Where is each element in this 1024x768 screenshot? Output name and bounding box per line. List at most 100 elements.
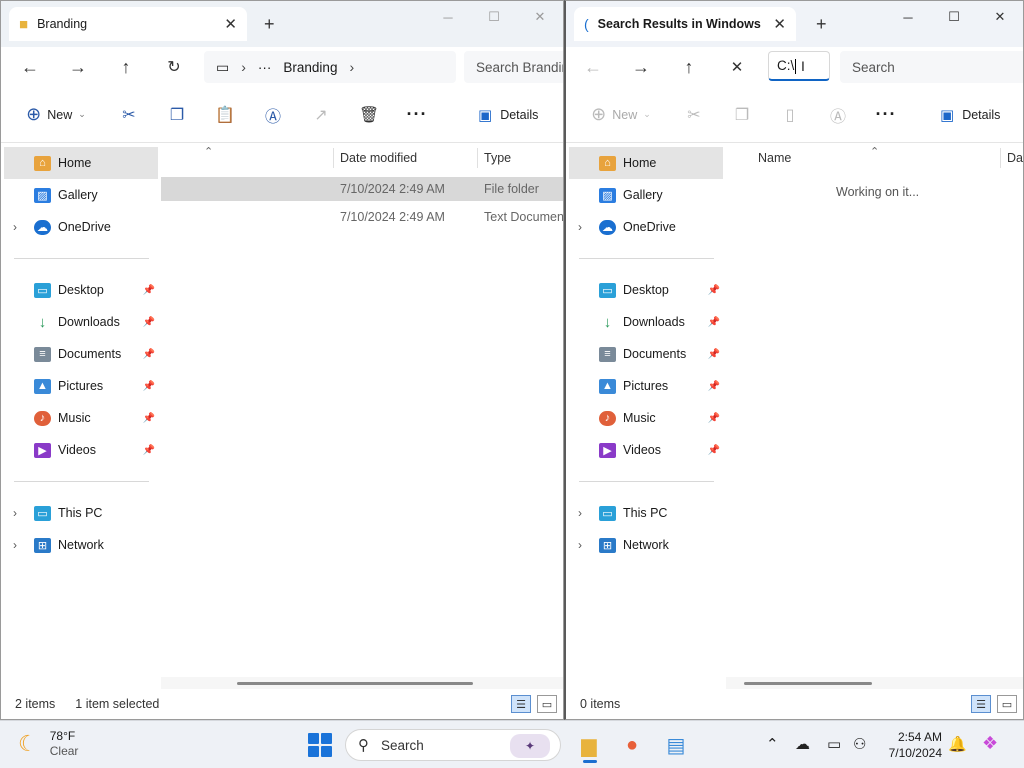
- chevron-right-icon[interactable]: ›: [13, 220, 17, 234]
- maximize-button[interactable]: ☐: [931, 1, 977, 33]
- column-name[interactable]: Name: [758, 151, 791, 165]
- pin-icon[interactable]: 📌: [708, 317, 720, 328]
- notification-bell-icon[interactable]: 🔔: [948, 735, 967, 753]
- chevron-right-icon[interactable]: ›: [578, 220, 582, 234]
- forward-button[interactable]: →: [617, 49, 665, 85]
- nav-item-home[interactable]: ⌂ Home: [4, 147, 158, 179]
- column-separator[interactable]: [477, 148, 478, 168]
- nav-item-desktop[interactable]: ▭ Desktop 📌: [1, 274, 161, 306]
- details-button[interactable]: ▣ Details: [478, 106, 538, 124]
- column-date-modified[interactable]: Date modified: [340, 151, 417, 165]
- cloud-offline-icon[interactable]: ☁: [795, 735, 810, 753]
- file-explorer-app[interactable]: ▆: [571, 727, 607, 763]
- new-button[interactable]: ⊕ New ⌄: [572, 95, 670, 135]
- network-status-icon[interactable]: ⚇: [853, 735, 866, 753]
- more-options-button[interactable]: ···: [862, 95, 910, 135]
- details-button[interactable]: ▣ Details: [940, 106, 1000, 124]
- scrollbar-thumb[interactable]: [237, 682, 473, 685]
- pin-icon[interactable]: 📌: [708, 349, 720, 360]
- close-tab-icon[interactable]: ✕: [224, 15, 237, 33]
- close-tab-icon[interactable]: ✕: [773, 15, 786, 33]
- column-type[interactable]: Type: [484, 151, 511, 165]
- chevron-right-icon[interactable]: ›: [578, 538, 582, 552]
- cut-button[interactable]: ✂: [670, 95, 718, 135]
- maximize-button[interactable]: ☐: [471, 1, 517, 33]
- chevron-right-icon[interactable]: ›: [349, 59, 354, 75]
- close-window-button[interactable]: ✕: [977, 1, 1023, 33]
- details-view-button[interactable]: ☰: [971, 695, 991, 713]
- horizontal-scrollbar[interactable]: [161, 677, 563, 689]
- nav-item-videos[interactable]: ▶ Videos 📌: [566, 434, 726, 466]
- pin-icon[interactable]: 📌: [143, 413, 155, 424]
- breadcrumb-current[interactable]: Branding: [283, 60, 337, 75]
- nav-item-gallery[interactable]: ▨ Gallery: [566, 179, 726, 211]
- new-tab-button[interactable]: +: [264, 14, 275, 35]
- minimize-button[interactable]: ─: [885, 1, 931, 33]
- nav-item-documents[interactable]: ≡ Documents 📌: [1, 338, 161, 370]
- nav-item-this-pc[interactable]: › ▭ This PC: [1, 497, 161, 529]
- copy-button[interactable]: ❐: [153, 95, 201, 135]
- paste-button[interactable]: 📋: [201, 95, 249, 135]
- horizontal-scrollbar[interactable]: [726, 677, 1023, 689]
- nav-item-network[interactable]: › ⊞ Network: [566, 529, 726, 561]
- weather-widget[interactable]: ☾ 78°F Clear: [18, 729, 78, 759]
- chevron-right-icon[interactable]: ›: [13, 538, 17, 552]
- refresh-button[interactable]: ↻: [150, 49, 198, 85]
- pin-icon[interactable]: 📌: [708, 285, 720, 296]
- back-button[interactable]: ←: [6, 49, 54, 85]
- nav-item-this-pc[interactable]: › ▭ This PC: [566, 497, 726, 529]
- nav-item-videos[interactable]: ▶ Videos 📌: [1, 434, 161, 466]
- tab-search-results[interactable]: ( Search Results in Windows ✕: [574, 7, 796, 41]
- nav-item-documents[interactable]: ≡ Documents 📌: [566, 338, 726, 370]
- notepad-app[interactable]: ▤: [658, 727, 694, 763]
- address-bar[interactable]: ▭ › ··· Branding ›: [204, 51, 456, 83]
- paste-button[interactable]: ▯: [766, 95, 814, 135]
- copilot-icon[interactable]: ❖: [982, 733, 998, 754]
- clock[interactable]: 2:54 AM 7/10/2024: [882, 729, 942, 761]
- details-view-button[interactable]: ☰: [511, 695, 531, 713]
- nav-item-pictures[interactable]: ▲ Pictures 📌: [566, 370, 726, 402]
- column-separator[interactable]: [333, 148, 334, 168]
- pin-icon[interactable]: 📌: [143, 445, 155, 456]
- rename-button[interactable]: Ⓐ: [249, 95, 297, 135]
- back-button[interactable]: ←: [569, 49, 617, 85]
- new-tab-button[interactable]: +: [816, 14, 827, 35]
- delete-button[interactable]: 🗑: [345, 95, 393, 135]
- close-window-button[interactable]: ✕: [517, 1, 563, 33]
- minimize-button[interactable]: ─: [425, 1, 471, 33]
- pin-icon[interactable]: 📌: [143, 317, 155, 328]
- nav-item-home[interactable]: ⌂ Home: [569, 147, 723, 179]
- tab-branding[interactable]: ■ Branding ✕: [9, 7, 247, 41]
- forward-button[interactable]: →: [54, 49, 102, 85]
- column-date[interactable]: Date: [1007, 151, 1023, 165]
- nav-item-pictures[interactable]: ▲ Pictures 📌: [1, 370, 161, 402]
- up-button[interactable]: ↑: [102, 49, 150, 85]
- share-button[interactable]: ↗: [297, 95, 345, 135]
- scrollbar-thumb[interactable]: [744, 682, 872, 685]
- nav-item-gallery[interactable]: ▨ Gallery: [1, 179, 161, 211]
- show-hidden-icons-button[interactable]: ⌃: [766, 735, 779, 753]
- file-row[interactable]: 7/10/2024 2:49 AM File folder: [161, 177, 563, 201]
- pin-icon[interactable]: 📌: [708, 381, 720, 392]
- file-row[interactable]: 7/10/2024 2:49 AM Text Document: [161, 205, 563, 229]
- rename-button[interactable]: Ⓐ: [814, 95, 862, 135]
- search-input[interactable]: Search Branding: [464, 51, 563, 83]
- nav-item-downloads[interactable]: ↓ Downloads 📌: [1, 306, 161, 338]
- nav-item-onedrive[interactable]: › ☁ OneDrive: [566, 211, 726, 243]
- firefox-app[interactable]: ●: [614, 727, 650, 763]
- new-button[interactable]: ⊕ New ⌄: [7, 95, 105, 135]
- pin-icon[interactable]: 📌: [708, 445, 720, 456]
- column-separator[interactable]: [1000, 148, 1001, 168]
- pin-icon[interactable]: 📌: [143, 349, 155, 360]
- copy-button[interactable]: ❐: [718, 95, 766, 135]
- tiles-view-button[interactable]: ▭: [997, 695, 1017, 713]
- nav-item-desktop[interactable]: ▭ Desktop 📌: [566, 274, 726, 306]
- nav-item-music[interactable]: ♪ Music 📌: [1, 402, 161, 434]
- breadcrumb-overflow[interactable]: ···: [258, 60, 272, 75]
- up-button[interactable]: ↑: [665, 49, 713, 85]
- search-input[interactable]: Search: [840, 51, 1023, 83]
- taskbar-search[interactable]: ⚲ Search ✦: [345, 729, 561, 761]
- address-input[interactable]: C:\: [768, 51, 830, 81]
- pin-icon[interactable]: 📌: [143, 381, 155, 392]
- chevron-right-icon[interactable]: ›: [13, 506, 17, 520]
